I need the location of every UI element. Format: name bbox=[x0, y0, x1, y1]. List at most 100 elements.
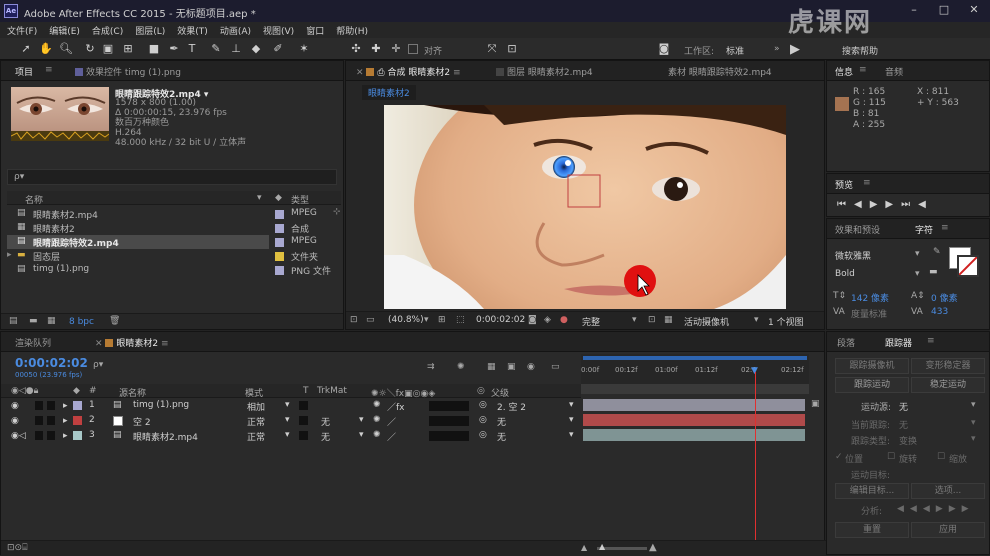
graph-editor-icon[interactable]: ▭ bbox=[551, 362, 560, 372]
apply-button[interactable]: 应用 bbox=[911, 522, 985, 538]
trkmat-chevron-down-icon[interactable]: ▾ bbox=[359, 415, 364, 425]
puppet-tool-icon[interactable]: ✶ bbox=[296, 41, 312, 57]
options-button[interactable]: 选项... bbox=[911, 483, 985, 499]
video-audio-toggle-icon[interactable]: ◉◁ bbox=[11, 431, 26, 441]
warp-stabilizer-button[interactable]: 变形稳定器 bbox=[911, 358, 985, 374]
prev-frame-icon[interactable]: ◀ bbox=[854, 199, 870, 210]
close-icon[interactable]: ✕ bbox=[95, 339, 105, 349]
menu-composition[interactable]: 合成(C) bbox=[85, 22, 128, 38]
tab-tracker[interactable]: 跟踪器 bbox=[885, 336, 912, 349]
shy-layers-icon[interactable]: ▦ bbox=[487, 362, 496, 372]
pen-tool-icon[interactable]: ✒ bbox=[166, 41, 182, 57]
kerning-value[interactable]: 度量标准 bbox=[851, 307, 887, 320]
minimize-icon[interactable]: – bbox=[900, 1, 928, 19]
pick-whip-icon[interactable]: ◎ bbox=[479, 400, 487, 410]
tab-timeline-comp[interactable]: ✕ 眼睛素材2 ≡ bbox=[95, 336, 169, 349]
position-checkbox[interactable]: ✓ bbox=[835, 452, 843, 462]
source-chevron-down-icon[interactable]: ▾ bbox=[971, 400, 976, 410]
parent-chevron-down-icon[interactable]: ▾ bbox=[569, 415, 574, 425]
close-icon[interactable]: ✕ bbox=[356, 68, 366, 78]
monitor-icon[interactable]: ▭ bbox=[366, 315, 375, 325]
project-search-input[interactable]: ρ▾ bbox=[7, 169, 337, 185]
view-axis-icon[interactable]: ✛ bbox=[388, 41, 404, 57]
zoom-in-icon[interactable]: ▲ bbox=[649, 542, 657, 553]
search-help-input[interactable]: 搜索帮助 bbox=[842, 44, 878, 57]
tab-effect-controls[interactable]: 效果控件 timg (1).png bbox=[75, 65, 181, 78]
trkmat-chevron-down-icon[interactable]: ▾ bbox=[359, 430, 364, 440]
lock-toggle[interactable] bbox=[47, 431, 55, 440]
preserve-transparency-toggle[interactable] bbox=[299, 416, 308, 425]
blend-mode-select[interactable]: 正常 bbox=[247, 415, 265, 428]
show-snapshot-icon[interactable]: ◈ bbox=[544, 315, 551, 325]
comp-mini-flowchart-icon[interactable]: ⇉ bbox=[427, 362, 435, 372]
grid-icon[interactable]: ⊞ bbox=[438, 315, 446, 325]
brush-tool-icon[interactable]: ✎ bbox=[208, 41, 224, 57]
play-icon[interactable]: ▶ bbox=[870, 199, 886, 210]
menu-view[interactable]: 视图(V) bbox=[256, 22, 299, 38]
expand-arrow-icon[interactable]: ▸ bbox=[63, 416, 68, 426]
analyze-forward-all-icon[interactable]: ▶▶ bbox=[949, 504, 975, 514]
motion-source-select[interactable]: 无 bbox=[899, 400, 908, 413]
list-item[interactable]: ▤ 眼睛素材2.mp4 MPEG bbox=[7, 207, 341, 221]
zoom-slider-handle[interactable]: ▲ bbox=[599, 542, 605, 551]
font-style-select[interactable]: Bold bbox=[835, 269, 855, 279]
zoom-tool-icon[interactable]: 🔍︎ bbox=[58, 41, 74, 57]
layer-row[interactable]: ◉◁ ▸ 3 ▤ 眼睛素材2.mp4 正常 ▾ 无 ▾ ✺ ／ ◎ 无 ▾ bbox=[9, 429, 579, 444]
parent-chevron-down-icon[interactable]: ▾ bbox=[569, 400, 574, 410]
col-trkmat[interactable]: TrkMat bbox=[317, 386, 347, 396]
last-frame-icon[interactable]: ⏭ bbox=[901, 199, 918, 210]
parent-select[interactable]: 2. 空 2 bbox=[497, 400, 526, 413]
type-tool-icon[interactable]: T bbox=[184, 41, 200, 57]
stabilize-motion-button[interactable]: 稳定运动 bbox=[911, 377, 985, 393]
close-icon[interactable]: ✕ bbox=[960, 1, 988, 19]
frame-blending-icon[interactable]: ▣ bbox=[507, 362, 516, 372]
quality-switch-icon[interactable]: ／ bbox=[387, 415, 396, 428]
next-frame-icon[interactable]: ▶ bbox=[885, 199, 901, 210]
current-time-display[interactable]: 0:00:02:02 bbox=[476, 315, 525, 325]
info-menu-icon[interactable]: ≡ bbox=[859, 65, 867, 75]
leading-value[interactable]: 0 像素 bbox=[931, 291, 958, 304]
interpret-footage-icon[interactable]: ▤ bbox=[9, 316, 18, 326]
toggle-switches-icon[interactable]: ⊡⊙⌸ bbox=[7, 543, 27, 553]
tab-paragraph[interactable]: 段落 bbox=[837, 336, 855, 349]
edit-target-button[interactable]: 编辑目标... bbox=[835, 483, 909, 499]
rotation-checkbox[interactable]: ☐ bbox=[887, 452, 895, 462]
pick-whip-icon[interactable]: ◎ bbox=[479, 430, 487, 440]
new-folder-icon[interactable]: ▬ bbox=[29, 316, 38, 326]
scale-checkbox[interactable]: ☐ bbox=[937, 452, 945, 462]
tab-audio[interactable]: 音频 bbox=[885, 65, 903, 78]
zoom-chevron-down-icon[interactable]: ▾ bbox=[424, 315, 429, 325]
menu-effect[interactable]: 效果(T) bbox=[170, 22, 213, 38]
blend-mode-select[interactable]: 相加 bbox=[247, 400, 265, 413]
type-chevron-down-icon[interactable]: ▾ bbox=[971, 434, 976, 444]
timeline-timecode[interactable]: 0:00:02:02 bbox=[15, 356, 88, 370]
shy-switch-icon[interactable]: ✺ bbox=[373, 400, 381, 410]
align-checkbox[interactable] bbox=[408, 44, 418, 54]
camera-chevron-down-icon[interactable]: ▾ bbox=[754, 315, 759, 325]
list-item[interactable]: ▸ ▬ 固态层 文件夹 bbox=[7, 249, 341, 263]
current-track-select[interactable]: 无 bbox=[899, 418, 908, 431]
draft-3d-icon[interactable]: ✺ bbox=[457, 362, 465, 372]
resolution-chevron-down-icon[interactable]: ▾ bbox=[632, 315, 637, 325]
composition-canvas[interactable] bbox=[384, 55, 814, 355]
pan-behind-tool-icon[interactable]: ⊞ bbox=[120, 41, 136, 57]
label-swatch[interactable] bbox=[73, 401, 82, 410]
shy-switch-icon[interactable]: ✺ bbox=[373, 415, 381, 425]
menu-file[interactable]: 文件(F) bbox=[0, 22, 42, 38]
col-parent[interactable]: 父级 bbox=[491, 386, 509, 399]
sort-chevron-down-icon[interactable]: ▾ bbox=[257, 193, 262, 203]
mode-chevron-down-icon[interactable]: ▾ bbox=[285, 430, 290, 440]
tab-layer[interactable]: 图层 眼睛素材2.mp4 bbox=[496, 65, 593, 78]
font-size-value[interactable]: 142 像素 bbox=[851, 291, 889, 304]
first-frame-icon[interactable]: ⏮ bbox=[837, 199, 854, 210]
snap-options-icon[interactable]: ⊡ bbox=[504, 41, 520, 57]
menu-animation[interactable]: 动画(A) bbox=[213, 22, 256, 38]
workspace-select[interactable]: 标准 bbox=[726, 44, 744, 57]
video-toggle-icon[interactable]: ◉ bbox=[11, 416, 19, 426]
track-type-select[interactable]: 变换 bbox=[899, 434, 917, 447]
rectangle-tool-icon[interactable]: ■ bbox=[146, 41, 162, 57]
menu-layer[interactable]: 图层(L) bbox=[128, 22, 170, 38]
delete-icon[interactable]: 🗑︎ bbox=[109, 316, 120, 326]
camera-tool-icon[interactable]: ▣ bbox=[100, 41, 116, 57]
work-area-bar[interactable] bbox=[583, 356, 807, 360]
